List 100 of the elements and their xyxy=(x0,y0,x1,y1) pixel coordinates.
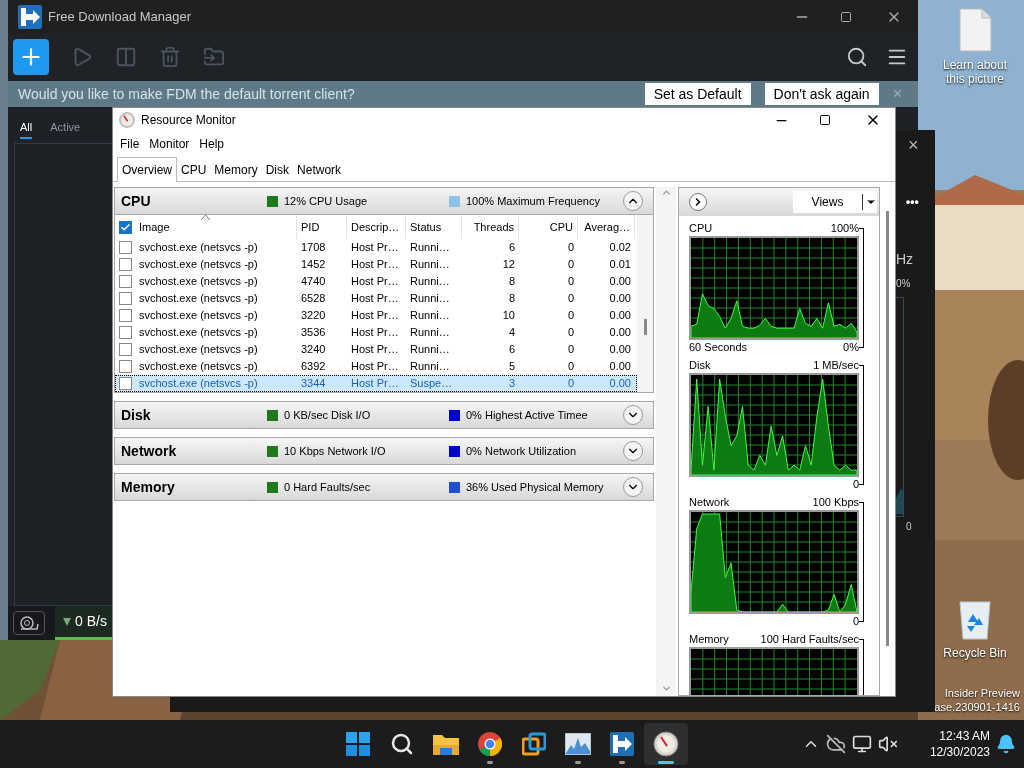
table-cell-text: Host Pr… xyxy=(351,291,399,307)
search-icon[interactable] xyxy=(846,46,868,68)
table-cell-text: 8 xyxy=(508,274,515,290)
graph-scale: 1 MB/sec xyxy=(813,358,859,374)
muted-speaker-icon[interactable] xyxy=(878,734,898,754)
browser-icon xyxy=(478,732,502,756)
table-cell-text: Host Pr… xyxy=(351,325,399,341)
tab[interactable]: CPU xyxy=(177,158,211,181)
section-header[interactable]: Disk 0 KB/sec Disk I/O 0% Highest Active Timee xyxy=(114,401,654,429)
graph-footer: 0% xyxy=(843,339,859,356)
maximize-icon[interactable] xyxy=(819,114,831,126)
tab[interactable]: Disk xyxy=(261,158,294,181)
graph-footer: 0 xyxy=(852,476,859,493)
gauge-icon xyxy=(653,731,679,757)
more-button[interactable]: ••• xyxy=(906,193,919,211)
section-header[interactable]: CPU 12% CPU Usage 100% Maximum Frequency xyxy=(114,187,654,215)
filter-tab[interactable]: All xyxy=(20,118,33,139)
checkbox[interactable] xyxy=(119,241,132,254)
checkbox[interactable] xyxy=(119,258,132,271)
column-header[interactable]: CPU xyxy=(519,215,578,239)
table-row[interactable]: svchost.exe (netsvcs -p) 6392 Host Pr… Runni… 5 0 0.00 xyxy=(115,358,637,375)
banner-button[interactable]: Don't ask again xyxy=(764,83,879,105)
table-cell-text: 3 xyxy=(508,376,515,392)
section-header[interactable]: Memory 0 Hard Faults/sec 36% Used Physical Memory xyxy=(114,473,654,501)
folder-icon xyxy=(433,733,459,755)
clock[interactable]: 12:43 AM 12/30/2023 xyxy=(904,728,990,760)
graph-scale: 100% xyxy=(830,221,859,237)
performance-chart-icon xyxy=(565,733,591,755)
table-cell-text: 6392 xyxy=(301,359,326,375)
table-cell-text: Runni… xyxy=(410,359,450,375)
table-row[interactable]: svchost.exe (netsvcs -p) 3240 Host Pr… Runni… 6 0 0.00 xyxy=(115,341,637,358)
expand-icon[interactable] xyxy=(689,193,707,211)
table-cell-text: Runni… xyxy=(410,240,450,256)
menu-item[interactable]: Help xyxy=(194,135,230,153)
views-button[interactable]: Views xyxy=(793,191,877,213)
window-title: Free Download Manager xyxy=(48,7,192,26)
graph-title: Network xyxy=(689,495,730,511)
gauge-icon xyxy=(119,112,135,128)
checkbox[interactable] xyxy=(119,220,132,234)
add-button[interactable] xyxy=(13,39,49,75)
expand-icon[interactable] xyxy=(623,477,643,497)
maximize-icon[interactable] xyxy=(840,10,852,23)
checkbox[interactable] xyxy=(119,360,132,373)
checkbox[interactable] xyxy=(119,326,132,339)
checkbox[interactable] xyxy=(119,275,132,288)
stat-text: 100% Maximum Frequency xyxy=(466,193,600,209)
graph-title: Disk xyxy=(689,358,711,374)
checkbox[interactable] xyxy=(119,343,132,356)
table-cell-text: 0 xyxy=(567,325,574,341)
column-header[interactable]: PID xyxy=(297,215,347,239)
column-header[interactable]: Averag… xyxy=(578,215,635,239)
reading-text: Hz xyxy=(896,250,914,269)
menu-item[interactable]: Monitor xyxy=(144,135,195,153)
section-title: CPU xyxy=(120,191,152,211)
column-header[interactable]: Status xyxy=(406,215,462,239)
header-text: Image xyxy=(139,219,170,235)
column-header[interactable]: Descrip… xyxy=(347,215,406,239)
stat-text: 0% Highest Active Timee xyxy=(466,407,588,423)
running-indicator xyxy=(487,761,493,764)
running-indicator xyxy=(658,761,674,764)
expand-icon[interactable] xyxy=(623,405,643,425)
checkbox[interactable] xyxy=(119,377,132,390)
column-header[interactable]: Image xyxy=(115,215,297,239)
snail-button[interactable] xyxy=(13,611,45,635)
header-text: Threads xyxy=(473,219,514,235)
graph-footer: 0 xyxy=(852,613,859,630)
table-cell-text: Host Pr… xyxy=(351,257,399,273)
table-row[interactable]: svchost.exe (netsvcs -p) 3536 Host Pr… Runni… 4 0 0.00 xyxy=(115,324,637,341)
table-row[interactable]: svchost.exe (netsvcs -p) 4740 Host Pr… Runni… 8 0 0.00 xyxy=(115,273,637,290)
table-cell-text: 0.00 xyxy=(609,325,631,341)
tab[interactable]: Memory xyxy=(210,158,262,181)
checkbox[interactable] xyxy=(119,292,132,305)
column-header[interactable]: Threads xyxy=(462,215,519,239)
tab[interactable]: Overview xyxy=(117,157,177,182)
table-cell-text: 8 xyxy=(508,291,515,307)
notification-icon[interactable] xyxy=(996,734,1016,754)
close-button[interactable]: × xyxy=(908,132,919,159)
table-cell-text: 0.02 xyxy=(609,240,631,256)
table-cell-text: svchost.exe (netsvcs -p) xyxy=(139,376,258,392)
table-row[interactable]: svchost.exe (netsvcs -p) 3344 Host Pr… Suspe… 3 0 0.00 xyxy=(115,375,637,392)
table-row[interactable]: svchost.exe (netsvcs -p) 6528 Host Pr… Runni… 8 0 0.00 xyxy=(115,290,637,307)
table-cell-text: 0 xyxy=(567,274,574,290)
table-cell-text: Runni… xyxy=(410,325,450,341)
table-row[interactable]: svchost.exe (netsvcs -p) 1452 Host Pr… Runni… 12 0 0.01 xyxy=(115,256,637,273)
section-header[interactable]: Network 10 Kbps Network I/O 0% Network Utilization xyxy=(114,437,654,465)
tab[interactable]: Network xyxy=(293,158,346,181)
window-title: Resource Monitor xyxy=(141,112,236,129)
table-cell-text: 6528 xyxy=(301,291,326,307)
collapse-icon[interactable] xyxy=(623,191,643,211)
cloud-off-icon[interactable] xyxy=(826,734,846,754)
filter-tab[interactable]: Active xyxy=(50,118,81,139)
taskbar-button[interactable] xyxy=(644,723,688,765)
menu-item[interactable]: File xyxy=(115,135,145,153)
checkbox[interactable] xyxy=(119,309,132,322)
expand-icon[interactable] xyxy=(623,441,643,461)
table-cell-text: 3220 xyxy=(301,308,326,324)
table-row[interactable]: svchost.exe (netsvcs -p) 1708 Host Pr… Runni… 6 0 0.02 xyxy=(115,239,637,256)
table-cell-text: 0.00 xyxy=(609,291,631,307)
table-row[interactable]: svchost.exe (netsvcs -p) 3220 Host Pr… Runni… 10 0 0.00 xyxy=(115,307,637,324)
banner-button[interactable]: Set as Default xyxy=(644,83,751,105)
